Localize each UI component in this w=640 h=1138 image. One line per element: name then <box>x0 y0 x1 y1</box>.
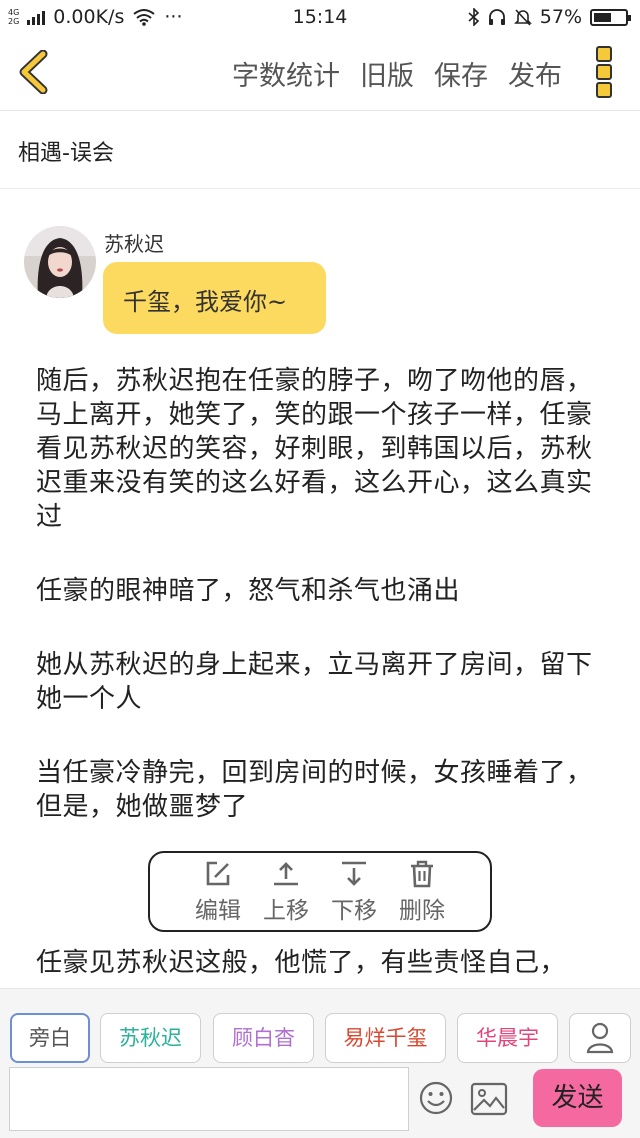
move-down-button[interactable]: 下移 <box>323 859 385 930</box>
role-tab-narrator[interactable]: 旁白 <box>10 1013 90 1063</box>
move-down-icon <box>342 861 366 886</box>
role-tab-gu-baiyao[interactable]: 顾白杳 <box>213 1013 314 1063</box>
edit-label: 编辑 <box>195 898 241 924</box>
emoji-icon[interactable] <box>418 1080 454 1116</box>
input-bar: 发送 <box>0 1064 640 1138</box>
status-right: 57% <box>468 6 631 28</box>
user-icon <box>586 1022 614 1054</box>
edit-icon <box>206 861 230 886</box>
role-label: 顾白杳 <box>232 1026 295 1050</box>
move-up-icon <box>274 862 298 886</box>
battery-percent: 57% <box>539 6 582 28</box>
speaker-name: 苏秋迟 <box>104 232 164 256</box>
delete-button[interactable]: 删除 <box>391 859 453 930</box>
role-label: 旁白 <box>29 1026 71 1050</box>
move-down-label: 下移 <box>331 898 377 924</box>
edit-button[interactable]: 编辑 <box>187 859 249 930</box>
move-up-label: 上移 <box>263 898 309 924</box>
role-tab-su-qiuchi[interactable]: 苏秋迟 <box>100 1013 201 1063</box>
more-menu-icon[interactable] <box>596 46 616 98</box>
trash-icon <box>411 860 433 888</box>
avatar[interactable] <box>24 226 96 298</box>
back-chevron-icon[interactable] <box>16 50 50 94</box>
headset-icon <box>488 9 505 25</box>
bluetooth-icon <box>468 8 479 26</box>
image-icon[interactable] <box>470 1082 508 1116</box>
chapter-title: 相遇-误会 <box>18 141 114 166</box>
role-selector-bar: 旁白 苏秋迟 顾白杳 易烊千玺 华晨宇 <box>0 988 640 1065</box>
paragraph-action-toolbar: 编辑 上移 下移 删除 <box>148 851 492 932</box>
add-role-button[interactable] <box>569 1013 631 1063</box>
battery-fill <box>594 12 611 22</box>
narration-paragraph[interactable]: 随后，苏秋迟抱在任豪的脖子，吻了吻他的唇，马上离开，她笑了，笑的跟一个孩子一样，… <box>36 364 606 534</box>
role-label: 华晨宇 <box>476 1026 539 1050</box>
mute-bell-icon <box>513 9 532 26</box>
narration-paragraph[interactable]: 任豪见苏秋迟这般，他慌了，有些责怪自己， <box>36 946 606 980</box>
publish-button[interactable]: 发布 <box>508 54 562 93</box>
role-tab-hua-chenyu[interactable]: 华晨宇 <box>457 1013 558 1063</box>
message-text: 千玺，我爱你~ <box>123 288 288 316</box>
narration-paragraph[interactable]: 当任豪冷静完，回到房间的时候，女孩睡着了，但是，她做噩梦了 <box>36 756 606 824</box>
message-input[interactable] <box>9 1067 409 1131</box>
app-header: 字数统计 旧版 保存 发布 <box>0 34 640 111</box>
message-bubble[interactable]: 千玺，我爱你~ <box>103 262 326 334</box>
status-bar: 4G 2G 0.00K/s ··· 15:14 57% <box>0 0 640 34</box>
story-content[interactable]: 苏秋迟 千玺，我爱你~ 随后，苏秋迟抱在任豪的脖子，吻了吻他的唇，马上离开，她笑… <box>0 188 640 988</box>
role-label: 苏秋迟 <box>119 1026 182 1050</box>
send-button[interactable]: 发送 <box>533 1069 622 1127</box>
save-button[interactable]: 保存 <box>434 54 488 93</box>
header-actions: 字数统计 旧版 保存 发布 <box>232 54 562 93</box>
send-label: 发送 <box>551 1083 604 1113</box>
role-label: 易烊千玺 <box>343 1026 428 1050</box>
chapter-title-bar[interactable]: 相遇-误会 <box>0 110 640 189</box>
narration-paragraph[interactable]: 任豪的眼神暗了，怒气和杀气也涌出 <box>36 574 606 608</box>
old-version-button[interactable]: 旧版 <box>360 54 414 93</box>
delete-label: 删除 <box>399 898 445 924</box>
battery-icon <box>590 8 631 26</box>
move-up-button[interactable]: 上移 <box>255 859 317 930</box>
narration-paragraph[interactable]: 她从苏秋迟的身上起来，立马离开了房间，留下她一个人 <box>36 648 606 716</box>
word-count-button[interactable]: 字数统计 <box>232 54 340 93</box>
role-tab-yi-yangqianxi[interactable]: 易烊千玺 <box>325 1013 446 1063</box>
